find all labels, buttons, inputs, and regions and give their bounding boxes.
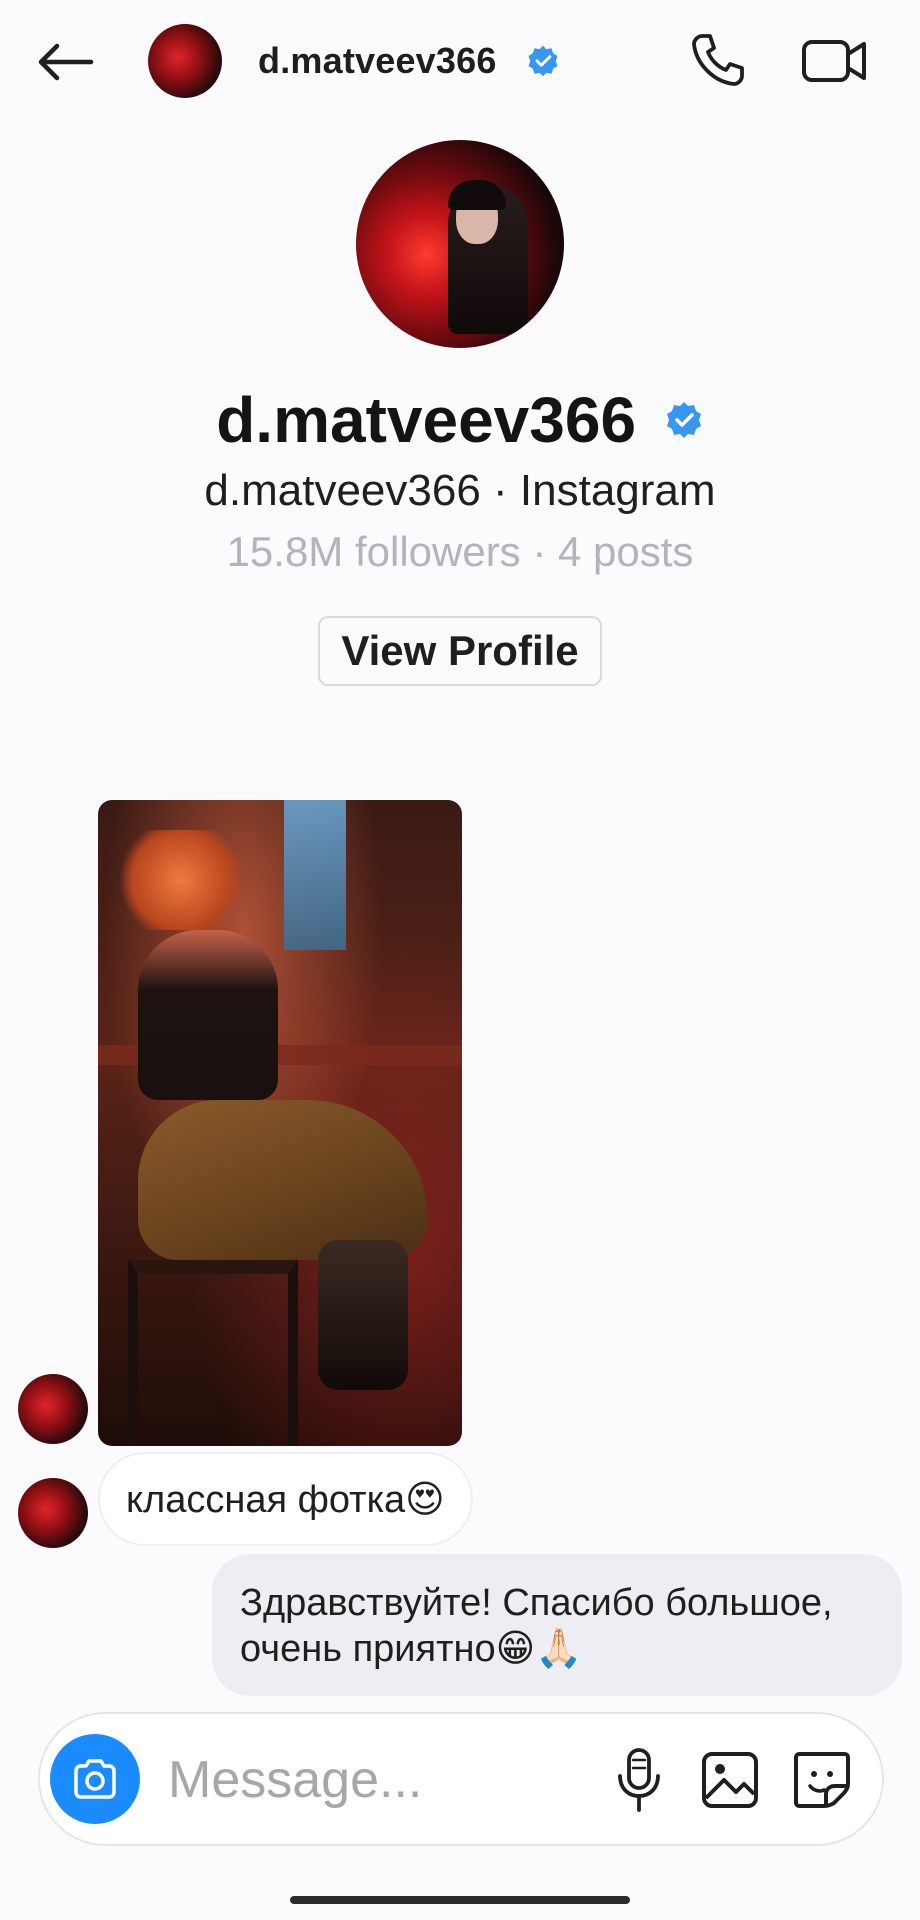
home-indicator[interactable] xyxy=(290,1896,630,1904)
photo-background-screen xyxy=(284,800,346,950)
profile-name-text: d.matveev366 xyxy=(216,384,637,457)
message-input[interactable] xyxy=(168,1748,598,1812)
gallery-icon xyxy=(702,1752,758,1808)
back-arrow-icon xyxy=(38,43,94,81)
outgoing-message-line: Здравствуйте! Спасибо большое, xyxy=(240,1582,833,1624)
audio-call-button[interactable] xyxy=(688,30,748,90)
back-button[interactable] xyxy=(30,36,100,88)
video-call-button[interactable] xyxy=(800,30,870,90)
microphone-icon xyxy=(618,1748,660,1812)
view-profile-button[interactable]: View Profile xyxy=(318,616,602,686)
gallery-button[interactable] xyxy=(694,1744,766,1816)
photo-subject-torso xyxy=(138,930,278,1100)
photo-subject-boot xyxy=(318,1240,408,1390)
dm-thread-screen: d.matveev366 d.matveev366 d.matveev366 ·… xyxy=(0,0,920,1920)
message-composer xyxy=(38,1712,884,1846)
profile-name: d.matveev366 xyxy=(0,378,920,457)
header-avatar[interactable] xyxy=(148,24,222,98)
verified-badge-icon xyxy=(666,402,701,439)
sticker-button[interactable] xyxy=(786,1744,858,1816)
incoming-message-bubble[interactable]: классная фотка😍 xyxy=(98,1452,473,1546)
profile-subtitle: d.matveev366 · Instagram xyxy=(204,466,716,515)
outgoing-message-bubble[interactable]: Здравствуйте! Спасибо большое, очень при… xyxy=(212,1554,902,1696)
camera-button[interactable] xyxy=(50,1734,140,1824)
sender-avatar[interactable] xyxy=(18,1478,88,1548)
sender-avatar[interactable] xyxy=(18,1374,88,1444)
header-username[interactable]: d.matveev366 xyxy=(258,40,497,82)
profile-stats: 15.8M followers · 4 posts xyxy=(226,528,694,575)
outgoing-message-line: очень приятно😁🙏🏻 xyxy=(240,1628,583,1670)
photo-subject-hair xyxy=(116,830,246,930)
video-camera-icon xyxy=(802,40,866,82)
thread-header: d.matveev366 xyxy=(0,0,920,124)
profile-avatar[interactable] xyxy=(356,140,564,348)
phone-icon xyxy=(692,34,744,86)
verified-badge-icon xyxy=(528,45,558,77)
sticker-icon xyxy=(794,1752,850,1808)
shared-photo-message[interactable] xyxy=(98,800,462,1446)
photo-subject-legs xyxy=(138,1100,428,1260)
photo-stool xyxy=(128,1260,298,1446)
camera-icon xyxy=(74,1759,116,1799)
voice-message-button[interactable] xyxy=(604,1744,674,1816)
